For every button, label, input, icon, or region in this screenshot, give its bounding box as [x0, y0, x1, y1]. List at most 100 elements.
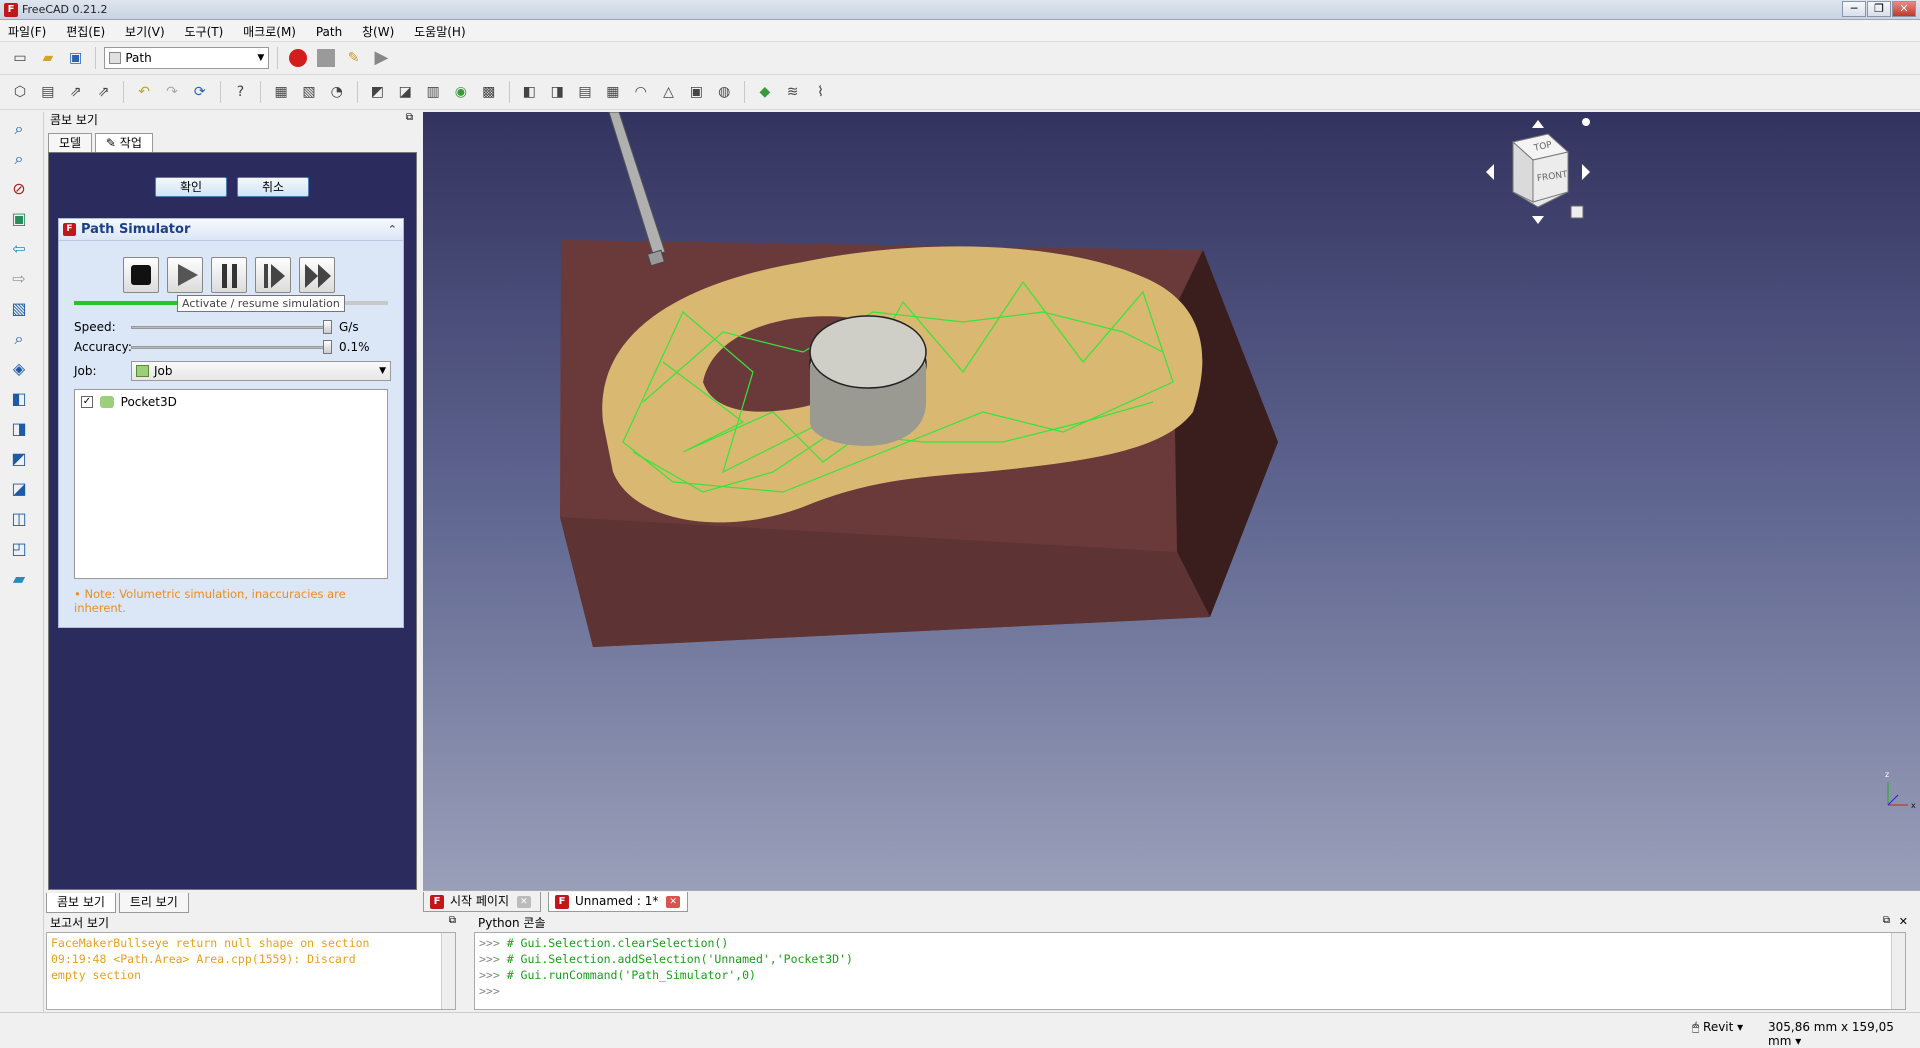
whats-this-icon[interactable]: ? [229, 81, 251, 103]
link-icon[interactable]: ⇗ [65, 81, 87, 103]
close-window-button[interactable]: ✕ [1892, 1, 1916, 17]
tab-model[interactable]: 모델 [48, 133, 93, 153]
path-profile-icon[interactable]: ◩ [366, 81, 388, 103]
right-view-icon[interactable]: ◩ [8, 448, 30, 470]
undock-icon[interactable]: ⧉ [449, 915, 456, 926]
fast-forward-button[interactable] [299, 257, 335, 293]
tab-unnamed[interactable]: F Unnamed : 1* ✕ [548, 892, 688, 912]
collapse-icon[interactable]: ⌃ [388, 219, 397, 241]
refresh-icon[interactable]: ⟳ [189, 81, 211, 103]
speed-slider[interactable] [131, 326, 331, 329]
fit-all-icon[interactable]: ⌕ [8, 118, 30, 140]
rear-view-icon[interactable]: ◪ [8, 478, 30, 500]
path-drilling-icon[interactable]: ▥ [422, 81, 444, 103]
fit-selection-icon[interactable]: ⌕ [8, 148, 30, 170]
cancel-button[interactable]: 취소 [237, 177, 309, 197]
macro-stop-icon[interactable] [315, 47, 337, 69]
measure-icon[interactable]: ▰ [8, 568, 30, 590]
path-vcarve-icon[interactable]: △ [658, 81, 680, 103]
console-input-line[interactable]: >>> [479, 983, 1901, 999]
menu-macro[interactable]: 매크로(M) [235, 20, 304, 43]
workbench-selector[interactable]: Path ▼ [104, 47, 270, 69]
save-icon[interactable]: ▣ [65, 47, 87, 69]
accuracy-slider-thumb[interactable] [323, 340, 332, 354]
operation-checkbox[interactable]: ✓ [81, 395, 93, 408]
macro-edit-icon[interactable]: ✎ [343, 47, 365, 69]
menu-path[interactable]: Path [308, 22, 350, 42]
path-tool-icon[interactable]: ◆ [754, 81, 776, 103]
report-output[interactable]: FaceMakerBullseye return null shape on s… [46, 932, 456, 1010]
menu-view[interactable]: 보기(V) [117, 20, 173, 43]
python-console-output[interactable]: >>> # Gui.Selection.clearSelection() >>>… [474, 932, 1906, 1010]
close-icon[interactable]: ✕ [1899, 915, 1908, 928]
navigation-style-selector[interactable]: 🖱 Revit ▾ [1692, 1020, 1743, 1035]
bounding-box-icon[interactable]: ▣ [8, 208, 30, 230]
left-view-icon[interactable]: ◰ [8, 538, 30, 560]
bottom-view-icon[interactable]: ◫ [8, 508, 30, 530]
tab-combo-view[interactable]: 콤보 보기 [46, 893, 116, 913]
navigation-cube[interactable]: TOP FRONT [1478, 112, 1598, 232]
isometric-view-icon[interactable]: ◈ [8, 358, 30, 380]
path-job-icon[interactable]: ▦ [270, 81, 292, 103]
path-sanity-icon[interactable]: ◔ [326, 81, 348, 103]
path-3d-surface-icon[interactable]: ◨ [546, 81, 568, 103]
accuracy-slider[interactable] [131, 346, 331, 349]
new-file-icon[interactable]: ▭ [9, 47, 31, 69]
path-waterline-icon[interactable]: ▤ [574, 81, 596, 103]
macro-record-icon[interactable] [287, 47, 309, 69]
back-icon[interactable]: ⇦ [8, 238, 30, 260]
link-actions-icon[interactable]: ⇗ [92, 81, 114, 103]
group-icon[interactable]: ▤ [37, 81, 59, 103]
part-icon[interactable]: ⬡ [9, 81, 31, 103]
dimension-readout[interactable]: 305,86 mm x 159,05 mm ▾ [1768, 1020, 1920, 1048]
menu-tools[interactable]: 도구(T) [177, 20, 232, 43]
step-button[interactable] [255, 257, 291, 293]
top-view-icon[interactable]: ◨ [8, 418, 30, 440]
console-scrollbar[interactable] [1891, 933, 1905, 1009]
front-view-icon[interactable]: ◧ [8, 388, 30, 410]
3d-scene[interactable]: z x [423, 112, 1920, 890]
path-pocket-icon[interactable]: ◪ [394, 81, 416, 103]
path-bit-icon[interactable]: ⌇ [810, 81, 832, 103]
undock-icon[interactable]: ⧉ [1883, 915, 1890, 926]
std-view-icon[interactable]: ▧ [8, 298, 30, 320]
menu-help[interactable]: 도움말(H) [406, 20, 474, 43]
tab-tasks[interactable]: ✎ 작업 [94, 133, 153, 153]
tab-tree-view[interactable]: 트리 보기 [118, 893, 189, 913]
forward-icon[interactable]: ⇨ [8, 268, 30, 290]
list-item[interactable]: ✓ Pocket3D [81, 394, 177, 409]
pause-button[interactable] [211, 257, 247, 293]
macro-run-icon[interactable]: ▶ [370, 47, 392, 69]
stop-button[interactable] [123, 257, 159, 293]
path-post-icon[interactable]: ▧ [298, 81, 320, 103]
speed-slider-thumb[interactable] [323, 320, 332, 334]
path-simulator-icon[interactable]: ◉ [450, 81, 472, 103]
draw-style-icon[interactable]: ⊘ [8, 178, 30, 200]
menu-edit[interactable]: 편집(E) [58, 20, 113, 43]
path-tooltable-icon[interactable]: ≋ [782, 81, 804, 103]
menu-file[interactable]: 파일(F) [0, 20, 54, 43]
path-adaptive-icon[interactable]: ▦ [602, 81, 624, 103]
play-button[interactable] [167, 257, 203, 293]
path-array-icon[interactable]: ▩ [478, 81, 500, 103]
console-line: >>> # Gui.runCommand('Path_Simulator',0) [479, 968, 756, 982]
undo-icon[interactable]: ↶ [133, 81, 155, 103]
maximize-button[interactable]: ❐ [1867, 1, 1891, 17]
path-3d-pocket-icon[interactable]: ◧ [518, 81, 540, 103]
minimize-button[interactable]: ─ [1842, 1, 1866, 17]
zoom-icon[interactable]: ⌕ [8, 328, 30, 350]
job-select[interactable]: Job ▼ [131, 361, 391, 381]
report-scrollbar[interactable] [441, 933, 455, 1009]
path-engrave-icon[interactable]: ▣ [685, 81, 707, 103]
3d-viewport[interactable]: z x TOP FRONT [423, 112, 1920, 890]
path-dressup-icon[interactable]: ◍ [713, 81, 735, 103]
open-folder-icon[interactable]: ▰ [37, 47, 59, 69]
tab-start-page[interactable]: F 시작 페이지 ✕ [423, 892, 541, 912]
close-icon[interactable]: ✕ [666, 895, 681, 908]
menu-window[interactable]: 창(W) [354, 20, 402, 43]
close-icon[interactable]: ✕ [516, 895, 531, 908]
undock-icon[interactable]: ⧉ [406, 112, 413, 123]
path-helix-icon[interactable]: ◠ [630, 81, 652, 103]
redo-icon[interactable]: ↷ [161, 81, 183, 103]
ok-button[interactable]: 확인 [155, 177, 227, 197]
